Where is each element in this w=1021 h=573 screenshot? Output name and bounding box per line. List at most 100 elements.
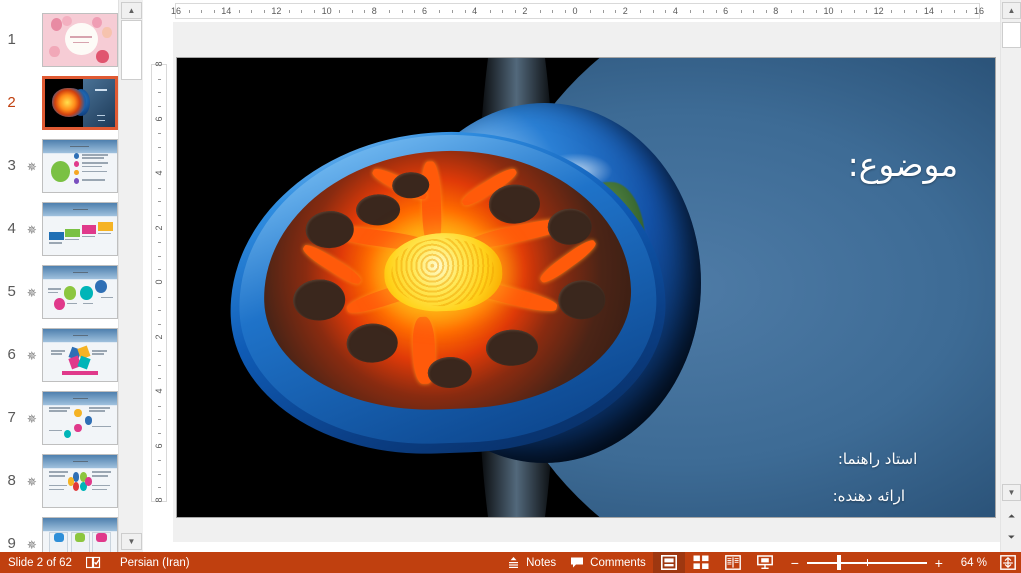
ruler-track: 1614121086420246810121416 bbox=[175, 3, 980, 19]
thumbnail-slide-5[interactable]: 5 ✵ bbox=[0, 260, 118, 323]
thumbnail-image-3[interactable] bbox=[42, 139, 118, 193]
canvas-scrollbar[interactable]: ▲ ▼ ⏶ ⏷ bbox=[1000, 0, 1021, 552]
next-slide-button[interactable]: ⏷ bbox=[1002, 527, 1021, 547]
thumb-art-color-pinwheel bbox=[43, 329, 117, 381]
thumbnail-image-9[interactable] bbox=[42, 517, 118, 553]
thumbnail-image-4[interactable] bbox=[42, 202, 118, 256]
ruler-tick bbox=[158, 133, 161, 134]
scroll-up-icon[interactable]: ▲ bbox=[121, 2, 142, 19]
thumbnail-image-1[interactable] bbox=[42, 13, 118, 67]
thumbnail-image-7[interactable] bbox=[42, 391, 118, 445]
slide-thumbnail-pane[interactable]: 1 2 bbox=[0, 0, 118, 552]
ruler-label: 6 bbox=[723, 6, 728, 16]
thumbnail-star-slot: ✵ bbox=[21, 349, 42, 361]
vertical-ruler: 864202468 bbox=[143, 22, 173, 542]
ruler-tick bbox=[502, 10, 503, 13]
zoom-out-button[interactable]: − bbox=[787, 555, 803, 571]
previous-slide-button[interactable]: ⏶ bbox=[1002, 506, 1021, 526]
comments-label: Comments bbox=[590, 557, 646, 569]
thumbnail-slide-1[interactable]: 1 bbox=[0, 8, 118, 71]
thumbnail-image-2[interactable] bbox=[42, 76, 118, 130]
ruler-tick bbox=[816, 10, 817, 13]
heart-cutaway bbox=[242, 144, 652, 441]
thumbnail-pane-scrollbar[interactable]: ▲ ▼ bbox=[118, 0, 143, 552]
fit-to-window-button[interactable] bbox=[995, 555, 1021, 570]
scroll-down-icon[interactable]: ▼ bbox=[121, 533, 142, 550]
slide-sorter-view-button[interactable] bbox=[685, 552, 717, 573]
ruler-tick bbox=[703, 10, 704, 13]
slide-counter[interactable]: Slide 2 of 62 bbox=[0, 552, 79, 573]
language-status[interactable]: Persian (Iran) bbox=[108, 552, 197, 573]
zoom-percentage[interactable]: 64 % bbox=[953, 557, 995, 569]
ruler-tick bbox=[158, 297, 161, 298]
thumbnail-slide-2[interactable]: 2 bbox=[0, 71, 118, 134]
ruler-tick bbox=[941, 10, 942, 13]
ruler-tick bbox=[414, 10, 415, 13]
thumb-art-numbered-cards bbox=[43, 518, 117, 553]
ruler-tick bbox=[753, 10, 754, 13]
slide-editing-canvas[interactable]: موضوع: استاد راهنما: ارائه دهنده: bbox=[173, 22, 1000, 542]
ruler-tick bbox=[201, 10, 202, 13]
scrollbar-thumb[interactable] bbox=[1002, 22, 1021, 48]
ruler-label: 4 bbox=[154, 384, 164, 398]
proofing-icon[interactable] bbox=[79, 552, 108, 573]
thumbnail-star-slot: ✵ bbox=[21, 223, 42, 235]
thumbnail-slide-9[interactable]: 9 ✵ bbox=[0, 512, 118, 552]
thumbnail-star-slot bbox=[21, 102, 42, 104]
ruler-tick bbox=[158, 215, 161, 216]
ruler-tick bbox=[158, 365, 161, 366]
ruler-tick bbox=[540, 10, 541, 13]
thumbnail-image-5[interactable] bbox=[42, 265, 118, 319]
ruler-tick bbox=[615, 10, 616, 13]
ruler-tick bbox=[158, 406, 161, 407]
ruler-tick bbox=[239, 10, 240, 13]
thumbnail-image-8[interactable] bbox=[42, 454, 118, 508]
ruler-tick bbox=[352, 10, 353, 13]
zoom-slider-group[interactable]: − + bbox=[781, 552, 953, 573]
ruler-tick bbox=[158, 351, 161, 352]
ruler-tick bbox=[158, 188, 161, 189]
ruler-label: 14 bbox=[924, 6, 934, 16]
ruler-label: 14 bbox=[221, 6, 231, 16]
ruler-tick bbox=[603, 10, 604, 13]
slide-surface[interactable]: موضوع: استاد راهنما: ارائه دهنده: bbox=[177, 58, 995, 517]
scrollbar-thumb[interactable] bbox=[121, 20, 142, 80]
zoom-slider-track[interactable] bbox=[807, 552, 927, 573]
thumbnail-slide-4[interactable]: 4 ✵ bbox=[0, 197, 118, 260]
thumb-art-earth-heart bbox=[45, 79, 115, 127]
ruler-tick bbox=[954, 10, 955, 13]
thumb-art-pink-floral bbox=[43, 14, 117, 66]
ruler-tick bbox=[264, 10, 265, 13]
scroll-down-icon[interactable]: ▼ bbox=[1002, 484, 1021, 501]
ruler-label: 8 bbox=[773, 6, 778, 16]
earth-heart-image[interactable] bbox=[226, 63, 766, 513]
thumbnail-slide-8[interactable]: 8 ✵ bbox=[0, 449, 118, 512]
slide-show-view-button[interactable] bbox=[749, 552, 781, 573]
thumbnail-slide-3[interactable]: 3 ✵ bbox=[0, 134, 118, 197]
ruler-tick bbox=[490, 10, 491, 13]
thumbnail-number: 3 bbox=[0, 159, 21, 173]
normal-view-button[interactable] bbox=[653, 552, 685, 573]
thumbnail-slide-6[interactable]: 6 ✵ bbox=[0, 323, 118, 386]
thumbnail-number: 8 bbox=[0, 474, 21, 488]
comments-button[interactable]: Comments bbox=[563, 552, 653, 573]
slide-subject-text[interactable]: موضوع: bbox=[848, 145, 959, 184]
slide-advisor-text[interactable]: استاد راهنما: bbox=[838, 450, 917, 468]
ruler-tick bbox=[158, 460, 161, 461]
ruler-tick bbox=[653, 10, 654, 13]
ruler-tick bbox=[891, 10, 892, 13]
zoom-slider-handle[interactable] bbox=[837, 555, 841, 570]
thumbnail-number: 9 bbox=[0, 537, 21, 551]
ruler-tick bbox=[158, 106, 161, 107]
ruler-tick bbox=[389, 10, 390, 13]
thumbnail-number: 7 bbox=[0, 411, 21, 425]
notes-button[interactable]: Notes bbox=[500, 552, 563, 573]
ruler-label: 12 bbox=[874, 6, 884, 16]
horizontal-ruler: 1614121086420246810121416 bbox=[143, 0, 1000, 22]
scroll-up-icon[interactable]: ▲ bbox=[1002, 2, 1021, 19]
thumbnail-slide-7[interactable]: 7 ✵ bbox=[0, 386, 118, 449]
reading-view-button[interactable] bbox=[717, 552, 749, 573]
thumbnail-image-6[interactable] bbox=[42, 328, 118, 382]
slide-presenter-text[interactable]: ارائه دهنده: bbox=[833, 487, 905, 505]
zoom-in-button[interactable]: + bbox=[931, 555, 947, 571]
